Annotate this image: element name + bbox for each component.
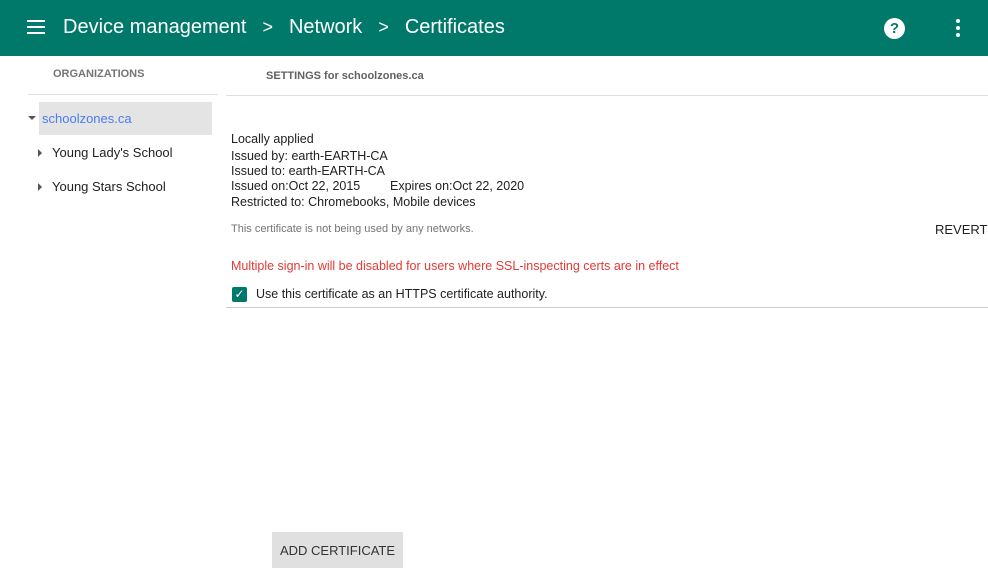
https-ca-checkbox[interactable]: ✓ (232, 287, 247, 302)
issued-by: Issued by: earth-EARTH-CA (231, 149, 388, 163)
add-certificate-button[interactable]: ADD CERTIFICATE (272, 532, 403, 568)
divider (28, 94, 218, 95)
restricted-to: Restricted to: Chromebooks, Mobile devic… (231, 195, 476, 209)
expires-on: Expires on:Oct 22, 2020 (390, 179, 525, 193)
chevron-right-icon: > (262, 17, 273, 37)
org-item-young-stars-school[interactable]: Young Stars School (52, 179, 166, 194)
caret-down-icon[interactable] (28, 116, 36, 120)
breadcrumb-network[interactable]: Network (289, 16, 362, 39)
menu-icon[interactable] (27, 20, 45, 34)
help-icon[interactable]: ? (884, 18, 905, 39)
settings-heading: SETTINGS for schoolzones.ca (266, 70, 424, 82)
breadcrumb-device-management[interactable]: Device management (63, 16, 246, 39)
divider (226, 95, 988, 96)
usage-note: This certificate is not being used by an… (231, 223, 474, 235)
caret-right-icon[interactable] (38, 183, 42, 191)
breadcrumb-certificates: Certificates (404, 16, 505, 38)
issued-to: Issued to: earth-EARTH-CA (231, 164, 385, 178)
revert-button[interactable]: REVERT (935, 222, 988, 237)
warning-text: Multiple sign-in will be disabled for us… (231, 259, 679, 273)
breadcrumb: Device management > Network > Certificat… (63, 16, 505, 39)
app-bar: Device management > Network > Certificat… (0, 0, 988, 56)
https-ca-checkbox-label[interactable]: Use this certificate as an HTTPS certifi… (256, 287, 548, 301)
locally-applied: Locally applied (231, 132, 314, 146)
more-vert-icon[interactable] (956, 19, 960, 40)
issued-on: Issued on:Oct 22, 2015 (231, 179, 361, 193)
chevron-right-icon: > (378, 17, 389, 37)
caret-right-icon[interactable] (38, 149, 42, 157)
organizations-heading: ORGANIZATIONS (53, 68, 145, 80)
org-item-young-ladys-school[interactable]: Young Lady's School (52, 145, 173, 160)
divider (226, 307, 988, 308)
org-item-schoolzones[interactable]: schoolzones.ca (42, 111, 132, 126)
